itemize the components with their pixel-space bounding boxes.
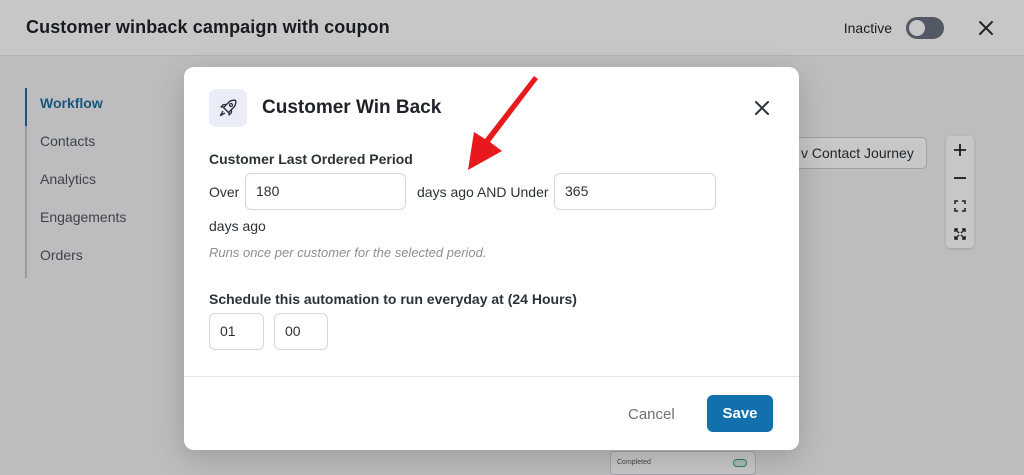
modal-header: Customer Win Back <box>209 89 441 127</box>
period-label: Customer Last Ordered Period <box>209 151 413 167</box>
minute-input[interactable]: 00 <box>274 313 328 350</box>
footer-divider <box>184 376 799 377</box>
helper-text: Runs once per customer for the selected … <box>209 245 487 260</box>
rocket-icon <box>209 89 247 127</box>
close-icon[interactable] <box>750 96 774 120</box>
over-days-input[interactable]: 180 <box>245 173 406 210</box>
over-text: Over <box>209 184 240 200</box>
modal-title: Customer Win Back <box>262 97 442 118</box>
hour-input[interactable]: 01 <box>209 313 264 350</box>
annotation-arrow-icon <box>468 76 538 170</box>
between-text: days ago AND Under <box>417 184 549 200</box>
days-ago-text: days ago <box>209 218 266 234</box>
under-days-input[interactable]: 365 <box>554 173 716 210</box>
cancel-button[interactable]: Cancel <box>616 396 687 434</box>
schedule-label: Schedule this automation to run everyday… <box>209 291 577 307</box>
save-button[interactable]: Save <box>707 395 773 432</box>
